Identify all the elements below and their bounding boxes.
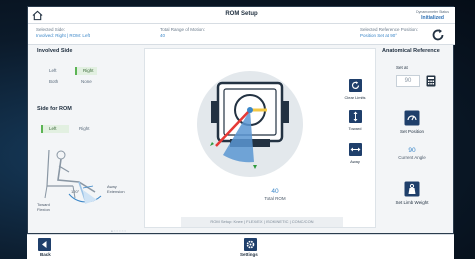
involved-side-title: Involved Side — [37, 48, 73, 54]
current-angle-value: 90 — [408, 147, 416, 154]
involved-option-right[interactable]: Right — [75, 67, 97, 75]
side-rom-title: Side for ROM — [37, 106, 72, 112]
dynamometer-status-value: Initialized — [421, 15, 444, 21]
involved-option-left[interactable]: Left — [49, 67, 57, 75]
anatomical-reference-title: Anatomical Reference — [382, 48, 440, 54]
set-limb-weight-button[interactable] — [404, 181, 420, 197]
away-extension-label: Away Extension — [107, 184, 125, 194]
away-label: Away — [350, 159, 360, 164]
total-range-label: Total Range of Motion: — [160, 27, 206, 32]
rom-setup-summary: ROM Setup: Knee | FLEX/EX | ISOKINETIC |… — [181, 217, 343, 227]
settings-label: Settings — [240, 252, 258, 257]
angle-label: 120° — [71, 189, 80, 194]
toward-label: Toward — [348, 126, 362, 131]
selected-side-value: Involved: Right | ROM: Left — [36, 33, 90, 38]
involved-option-none[interactable]: None — [81, 78, 92, 86]
total-rom-value: 40 — [271, 188, 279, 195]
arrows-inward-icon — [353, 111, 358, 122]
pager-dots: ● ○ ○ ○ ○ ○ — [111, 229, 127, 233]
arrows-outward-icon — [350, 147, 361, 152]
refresh-icon[interactable] — [431, 28, 445, 42]
away-button[interactable] — [349, 143, 362, 156]
set-position-label: Set Position — [399, 129, 424, 134]
set-at-input[interactable]: 90 — [396, 75, 420, 87]
back-button[interactable] — [38, 238, 51, 251]
total-rom-label: Total ROM — [264, 196, 286, 201]
app-window: ROM Setup Dynamometer Status Initialized… — [27, 6, 455, 234]
rom-option-right[interactable]: Right — [79, 125, 90, 133]
reset-icon — [351, 81, 360, 89]
current-angle-display: 90 Current Angle — [382, 147, 442, 161]
right-panel: Anatomical Reference Set at 90 Set Posit… — [382, 48, 452, 228]
clear-limits-label: Clear Limits — [344, 95, 366, 100]
set-position-button[interactable] — [404, 110, 420, 126]
back-arrow-icon — [42, 241, 47, 248]
rom-option-left[interactable]: Left — [41, 125, 69, 133]
total-range-value: 40 — [160, 33, 166, 38]
settings-button[interactable] — [244, 238, 257, 251]
selected-side-info: Selected Side: Involved: Right | ROM: Le… — [36, 27, 90, 39]
toward-button[interactable] — [349, 110, 362, 123]
toward-flexion-label: Toward Flexion — [37, 202, 50, 212]
reference-value: Position Set at 90° — [360, 33, 398, 38]
calculator-icon[interactable] — [426, 75, 436, 87]
left-panel: Involved Side Left Right Both None Side … — [37, 48, 137, 233]
title-bar: ROM Setup Dynamometer Status Initialized — [28, 7, 455, 24]
clear-limits-button[interactable] — [349, 79, 362, 92]
set-limb-weight-label: Set Limb Weight — [395, 200, 429, 205]
current-angle-label: Current Angle — [398, 155, 426, 160]
dynamometer-diagram — [197, 71, 303, 177]
page-title: ROM Setup — [225, 11, 258, 17]
info-bar: Selected Side: Involved: Right | ROM: Le… — [28, 24, 455, 45]
center-panel: 40 Total ROM Clear Limits Toward Away RO… — [144, 48, 376, 228]
total-range-info: Total Range of Motion: 40 — [160, 27, 205, 39]
dynamometer-status: Dynamometer Status Initialized — [416, 9, 449, 21]
set-at-label: Set at — [396, 65, 408, 70]
back-label: Back — [40, 252, 51, 257]
bottom-bar: Back Settings — [27, 234, 454, 259]
total-rom-display: 40 Total ROM — [255, 188, 295, 202]
gear-icon — [246, 240, 255, 249]
reference-info: Selected Reference Position: Position Se… — [360, 27, 418, 39]
involved-option-both[interactable]: Both — [49, 78, 58, 86]
